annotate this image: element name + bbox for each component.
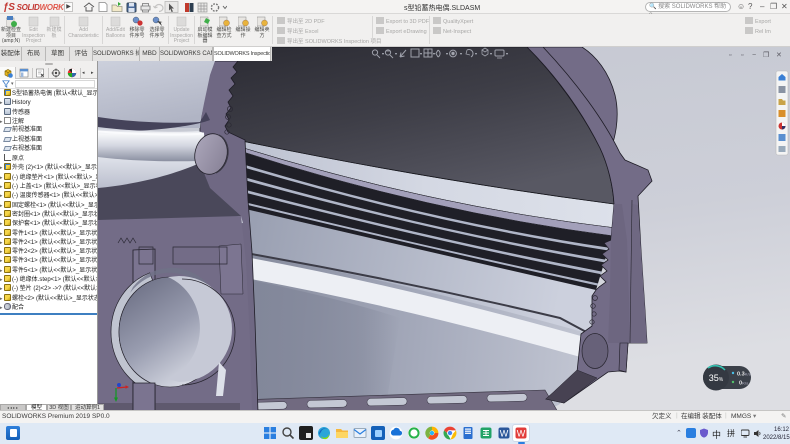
svg-text:▾: ▾ <box>506 51 508 56</box>
svg-text:▾: ▾ <box>475 51 477 56</box>
svg-text:▾: ▾ <box>420 51 422 56</box>
svg-text:✕: ✕ <box>776 52 782 59</box>
svg-text:▫: ▫ <box>741 52 743 59</box>
svg-text:▾: ▾ <box>382 51 384 56</box>
svg-text:▾: ▾ <box>490 51 492 56</box>
svg-text:−: − <box>752 52 756 59</box>
svg-text:W: W <box>500 429 509 439</box>
svg-text:▾: ▾ <box>446 51 448 56</box>
svg-text:▾: ▾ <box>460 51 462 56</box>
svg-text:❐: ❐ <box>763 51 769 59</box>
svg-text:▫: ▫ <box>729 52 731 59</box>
svg-text:▾: ▾ <box>395 51 397 56</box>
svg-text:W: W <box>517 429 526 439</box>
svg-text:▾: ▾ <box>433 51 435 56</box>
